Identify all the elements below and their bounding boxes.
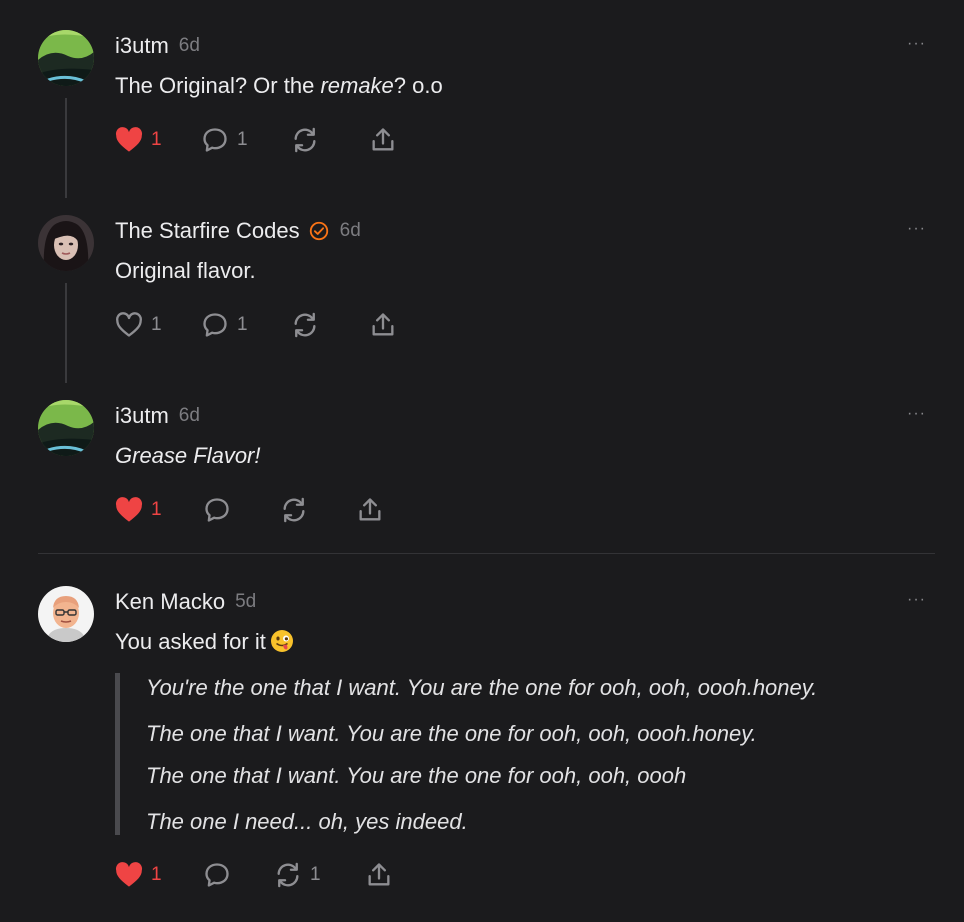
comment-bubble-icon [203, 128, 227, 152]
avatar[interactable] [38, 586, 94, 642]
comment-text-part: The Original? Or the [115, 73, 321, 98]
like-button[interactable]: 1 [115, 124, 162, 156]
restack-icon [277, 862, 299, 888]
reply-button[interactable] [203, 859, 239, 891]
avatar[interactable] [38, 30, 94, 86]
heart-icon [116, 312, 142, 337]
restack-icon [294, 127, 316, 153]
more-options-icon[interactable]: ··· [907, 406, 926, 422]
quote-line: You're the one that I want. You are the … [146, 675, 818, 700]
comment-text: Original flavor. [115, 258, 256, 283]
heart-icon [115, 127, 143, 152]
comment-text: The Original? Or the remake? o.o [115, 73, 443, 99]
like-count: 1 [151, 129, 162, 150]
comment-text-emphasis: Grease Flavor! [115, 443, 261, 468]
reply-button[interactable] [203, 494, 239, 526]
heart-icon [115, 497, 143, 522]
comment-text-part: You asked for it [115, 629, 266, 654]
verified-badge-icon [308, 220, 330, 242]
like-button[interactable]: 1 [115, 859, 162, 891]
timestamp[interactable]: 6d [179, 405, 200, 427]
author-name[interactable]: Ken Macko [115, 589, 225, 615]
share-button[interactable] [369, 124, 397, 156]
restack-count: 1 [310, 864, 321, 885]
like-button[interactable]: 1 [115, 494, 162, 526]
author-name[interactable]: i3utm [115, 403, 169, 429]
share-icon [359, 498, 381, 521]
share-icon [372, 313, 394, 336]
like-count: 1 [151, 499, 162, 520]
share-button[interactable] [356, 494, 384, 526]
timestamp[interactable]: 6d [179, 35, 200, 57]
comment-text: Grease Flavor! [115, 443, 261, 469]
quote-line: The one I need... oh, yes indeed. [146, 809, 468, 834]
comment-text: You asked for it [115, 629, 294, 655]
restack-button[interactable]: 1 [274, 859, 321, 891]
reply-count: 1 [237, 129, 248, 150]
restack-icon [283, 497, 305, 523]
share-icon [368, 863, 390, 886]
author-name[interactable]: i3utm [115, 33, 169, 59]
comment-bubble-icon [205, 863, 229, 887]
restack-icon [294, 312, 316, 338]
like-button[interactable]: 1 [115, 309, 162, 341]
reply-button[interactable]: 1 [201, 124, 248, 156]
thread-divider [38, 553, 935, 554]
restack-button[interactable] [291, 124, 327, 156]
share-icon [372, 128, 394, 151]
blockquote: You're the one that I want. You are the … [115, 673, 817, 835]
avatar[interactable] [38, 215, 94, 271]
comment-text-emphasis: remake [320, 73, 394, 98]
like-count: 1 [151, 314, 162, 335]
reply-count: 1 [237, 314, 248, 335]
timestamp[interactable]: 5d [235, 591, 256, 613]
thread-line [65, 283, 67, 383]
avatar[interactable] [38, 400, 94, 456]
share-button[interactable] [369, 309, 397, 341]
comment-bubble-icon [203, 313, 227, 337]
thread-line [65, 98, 67, 198]
restack-button[interactable] [291, 309, 327, 341]
reply-button[interactable]: 1 [201, 309, 248, 341]
timestamp[interactable]: 6d [340, 220, 361, 242]
more-options-icon[interactable]: ··· [907, 592, 926, 608]
quote-line: The one that I want. You are the one for… [146, 721, 757, 746]
heart-icon [115, 862, 143, 887]
share-button[interactable] [365, 859, 393, 891]
like-count: 1 [151, 864, 162, 885]
comment-bubble-icon [205, 498, 229, 522]
comment-text-part: ? o.o [393, 73, 443, 98]
winking-face-with-tongue-icon [270, 629, 294, 653]
author-name[interactable]: The Starfire Codes [115, 218, 300, 244]
restack-button[interactable] [280, 494, 316, 526]
more-options-icon[interactable]: ··· [907, 36, 926, 52]
more-options-icon[interactable]: ··· [907, 221, 926, 237]
quote-line: The one that I want. You are the one for… [146, 763, 687, 788]
